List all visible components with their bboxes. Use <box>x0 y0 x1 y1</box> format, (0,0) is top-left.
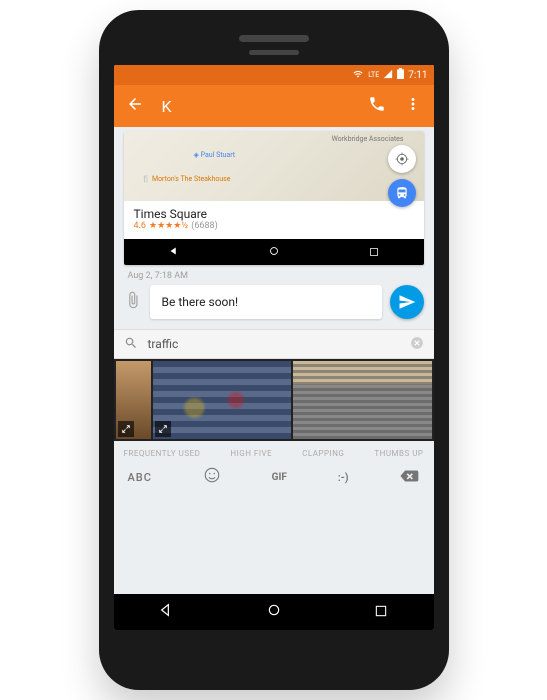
attach-button[interactable] <box>124 291 142 313</box>
clock: 7:11 <box>408 70 427 81</box>
status-bar: LTE 7:11 <box>114 65 434 85</box>
screen: LTE 7:11 K Workbr <box>114 65 434 630</box>
conversation-content: Workbridge Associates ◈ Paul Stuart 🍴 Mo… <box>114 127 434 594</box>
expand-icon[interactable] <box>155 421 171 437</box>
clear-search-button[interactable] <box>410 336 424 353</box>
message-input[interactable]: Be there soon! <box>150 285 382 319</box>
rating-value: 4.6 <box>134 221 147 231</box>
gif-result[interactable] <box>153 361 292 439</box>
gif-search-row: traffic <box>114 329 434 359</box>
place-name: Times Square <box>134 207 414 221</box>
nav-back-icon[interactable] <box>167 243 181 262</box>
gif-result[interactable] <box>293 361 432 439</box>
send-button[interactable] <box>390 285 424 319</box>
emoticon-button[interactable]: :-) <box>338 471 349 484</box>
battery-icon <box>397 68 404 82</box>
system-back-button[interactable] <box>159 602 175 622</box>
review-count: (6688) <box>191 221 217 231</box>
gif-results-strip[interactable] <box>114 359 434 441</box>
keyboard-mode-row: ABC GIF :-) <box>114 462 434 496</box>
search-query[interactable]: traffic <box>148 337 400 351</box>
back-button[interactable] <box>126 95 144 117</box>
category-tab[interactable]: FREQUENTLY USED <box>124 449 201 458</box>
signal-icon <box>383 69 393 82</box>
system-home-button[interactable] <box>266 602 282 622</box>
wifi-icon <box>352 69 364 82</box>
message-timestamp: Aug 2, 7:18 AM <box>114 265 434 283</box>
search-icon <box>124 336 138 353</box>
map-poi: ◈ Paul Stuart <box>194 151 236 159</box>
abc-keyboard-button[interactable]: ABC <box>128 471 152 484</box>
network-label: LTE <box>368 71 379 79</box>
nav-recents-icon[interactable] <box>368 243 380 262</box>
emoji-button[interactable] <box>203 466 221 488</box>
locate-me-button[interactable] <box>388 145 416 173</box>
expand-icon[interactable] <box>118 421 134 437</box>
earpiece <box>249 50 299 55</box>
compose-row: Be there soon! <box>114 283 434 329</box>
speaker-grille <box>239 35 309 42</box>
phone-frame: LTE 7:11 K Workbr <box>99 10 449 690</box>
system-recents-button[interactable] <box>374 603 388 622</box>
nav-home-icon[interactable] <box>267 243 281 262</box>
location-card[interactable]: Workbridge Associates ◈ Paul Stuart 🍴 Mo… <box>124 131 424 265</box>
transit-button[interactable] <box>388 179 416 207</box>
system-navigation-bar <box>114 594 434 630</box>
card-navbar <box>124 239 424 265</box>
gif-result[interactable] <box>116 361 151 439</box>
call-button[interactable] <box>368 95 386 117</box>
map-poi: Workbridge Associates <box>332 135 404 143</box>
category-tab[interactable]: HIGH FIVE <box>230 449 272 458</box>
conversation-title: K <box>162 97 172 116</box>
place-info: Times Square 4.6 ★★★★½ (6688) <box>124 201 424 239</box>
gif-categories: FREQUENTLY USED HIGH FIVE CLAPPING THUMB… <box>114 441 434 462</box>
gif-mode-button[interactable]: GIF <box>272 472 287 483</box>
app-bar: K <box>114 85 434 127</box>
overflow-menu-button[interactable] <box>404 95 422 117</box>
category-tab[interactable]: CLAPPING <box>302 449 344 458</box>
category-tab[interactable]: THUMBS UP <box>374 449 423 458</box>
backspace-button[interactable] <box>399 468 419 487</box>
rating-stars: ★★★★½ <box>149 221 188 231</box>
map-preview[interactable]: Workbridge Associates ◈ Paul Stuart 🍴 Mo… <box>124 131 424 201</box>
map-poi: 🍴 Morton's The Steakhouse <box>142 175 231 183</box>
